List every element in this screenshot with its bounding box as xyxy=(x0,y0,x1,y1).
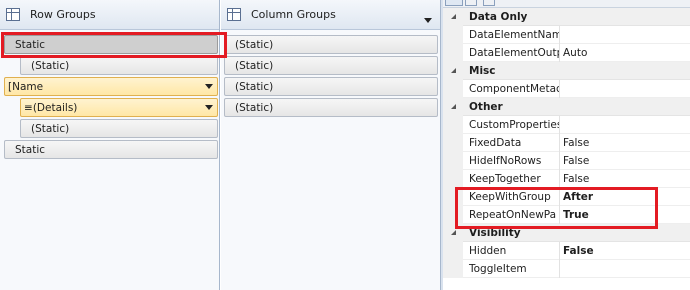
property-row[interactable]: DataElementOutp Auto xyxy=(443,43,690,62)
property-value[interactable] xyxy=(560,26,690,44)
property-row[interactable]: KeepTogether False xyxy=(443,169,690,188)
column-groups-pane: Column Groups (Static) (Static) (Static)… xyxy=(221,0,441,290)
property-row[interactable]: ToggleItem xyxy=(443,259,690,278)
row-group-details[interactable]: ≡ (Details) xyxy=(20,98,218,117)
property-row[interactable]: ComponentMetac xyxy=(443,79,690,98)
column-group-static[interactable]: (Static) xyxy=(224,35,438,54)
property-name: KeepWithGroup xyxy=(463,187,560,206)
property-value[interactable]: True xyxy=(560,206,690,224)
row-group-label: Static xyxy=(15,143,46,156)
column-group-label: (Static) xyxy=(235,101,274,114)
row-groups-pane: Row Groups Static (Static) [ Name ≡ (Det… xyxy=(0,0,220,290)
property-value[interactable]: After xyxy=(560,188,690,206)
property-grid: Data Only DataElementNam DataElementOutp… xyxy=(443,7,690,278)
column-group-label: (Static) xyxy=(235,38,274,51)
category-misc[interactable]: Misc xyxy=(443,61,690,80)
categorized-button[interactable] xyxy=(445,0,463,6)
column-group-static[interactable]: (Static) xyxy=(224,56,438,75)
property-name: ComponentMetac xyxy=(463,79,560,98)
collapse-triangle-icon[interactable] xyxy=(450,14,456,19)
property-name: FixedData xyxy=(463,133,560,152)
property-pages-button[interactable] xyxy=(483,0,495,6)
property-name: Hidden xyxy=(463,241,560,260)
row-group-static-details[interactable]: (Static) xyxy=(20,119,218,138)
column-group-label: (Static) xyxy=(235,80,274,93)
row-groups-title: Row Groups xyxy=(30,8,96,21)
collapse-triangle-icon[interactable] xyxy=(450,230,456,235)
row-group-label: (Static) xyxy=(31,122,70,135)
chevron-down-icon[interactable] xyxy=(424,18,432,23)
grid-icon xyxy=(227,8,241,21)
property-row[interactable]: HideIfNoRows False xyxy=(443,151,690,170)
category-data-only[interactable]: Data Only xyxy=(443,7,690,26)
property-row-repeatonnewpage[interactable]: RepeatOnNewPa True xyxy=(443,205,690,224)
category-label: Misc xyxy=(469,64,496,77)
chevron-down-icon[interactable] xyxy=(202,101,215,114)
grid-icon xyxy=(6,8,20,21)
column-group-static[interactable]: (Static) xyxy=(224,98,438,117)
property-name: KeepTogether xyxy=(463,169,560,188)
property-name: DataElementOutp xyxy=(463,43,560,62)
column-groups-title: Column Groups xyxy=(251,8,336,21)
category-label: Data Only xyxy=(469,10,528,23)
category-other[interactable]: Other xyxy=(443,97,690,116)
property-value[interactable]: False xyxy=(560,170,690,188)
row-group-static-child[interactable]: (Static) xyxy=(20,56,218,75)
column-groups-header: Column Groups xyxy=(221,0,440,30)
property-value[interactable] xyxy=(560,80,690,98)
property-value[interactable]: False xyxy=(560,242,690,260)
row-group-label: Name xyxy=(12,80,44,93)
property-value[interactable]: False xyxy=(560,134,690,152)
property-name: HideIfNoRows xyxy=(463,151,560,170)
row-groups-header: Row Groups xyxy=(0,0,219,30)
category-label: Other xyxy=(469,100,503,113)
column-group-label: (Static) xyxy=(235,59,274,72)
property-row[interactable]: FixedData False xyxy=(443,133,690,152)
category-visibility[interactable]: Visibility xyxy=(443,223,690,242)
column-group-static[interactable]: (Static) xyxy=(224,77,438,96)
alphabetical-button[interactable] xyxy=(465,0,477,6)
property-name: DataElementNam xyxy=(463,25,560,44)
property-name: ToggleItem xyxy=(463,259,560,278)
collapse-triangle-icon[interactable] xyxy=(450,68,456,73)
property-row[interactable]: DataElementNam xyxy=(443,25,690,44)
row-group-static-top[interactable]: Static xyxy=(4,35,218,54)
property-row-keepwithgroup[interactable]: KeepWithGroup After xyxy=(443,187,690,206)
property-name: CustomProperties xyxy=(463,115,560,134)
property-row[interactable]: Hidden False xyxy=(443,241,690,260)
collapse-triangle-icon[interactable] xyxy=(450,104,456,109)
row-group-name[interactable]: [ Name xyxy=(4,77,218,96)
row-group-label: Static xyxy=(15,38,46,51)
property-value[interactable]: False xyxy=(560,152,690,170)
row-group-static-bottom[interactable]: Static xyxy=(4,140,218,159)
row-group-label: (Details) xyxy=(32,101,78,114)
row-group-label: (Static) xyxy=(31,59,70,72)
property-value[interactable] xyxy=(560,116,690,134)
property-value[interactable]: Auto xyxy=(560,44,690,62)
category-label: Visibility xyxy=(469,226,521,239)
property-name: RepeatOnNewPa xyxy=(463,205,560,224)
properties-pane: Data Only DataElementNam DataElementOutp… xyxy=(443,0,690,290)
details-lines-icon: ≡ xyxy=(24,101,33,114)
property-row[interactable]: CustomProperties xyxy=(443,115,690,134)
chevron-down-icon[interactable] xyxy=(202,80,215,93)
property-value[interactable] xyxy=(560,260,690,278)
